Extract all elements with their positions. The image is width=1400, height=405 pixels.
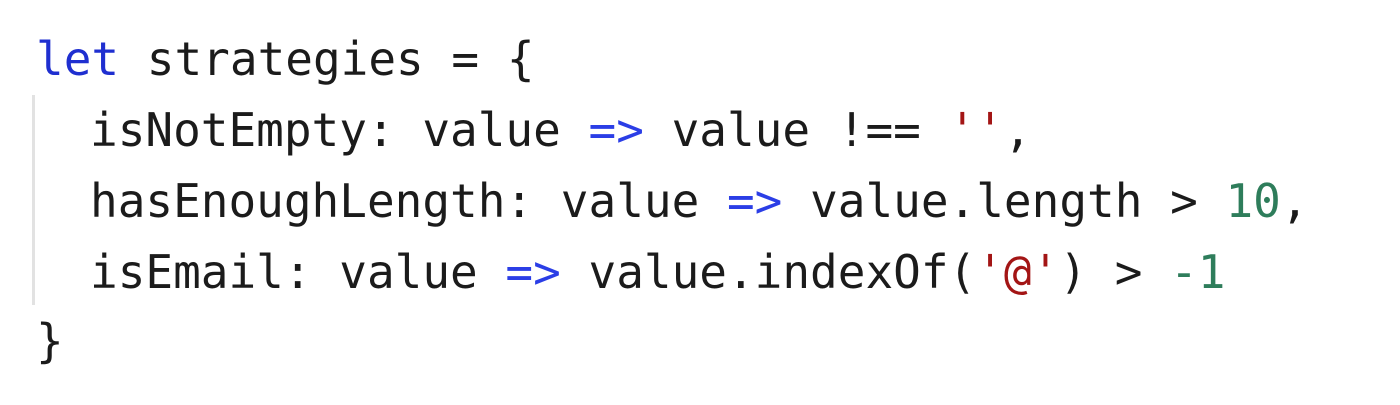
code-text: , (1003, 103, 1032, 157)
code-line-3: hasEnoughLength: value => value.length >… (90, 166, 1309, 236)
arrow-operator: => (588, 103, 644, 157)
code-text: hasEnoughLength: value (90, 174, 727, 228)
closing-brace: } (36, 314, 64, 368)
code-line-2: isNotEmpty: value => value !== '', (90, 95, 1032, 165)
string-literal: '' (948, 103, 1004, 157)
code-line-5: } (36, 306, 64, 376)
keyword-let: let (36, 32, 120, 86)
code-text: , (1280, 174, 1309, 228)
arrow-operator: => (726, 174, 783, 228)
arrow-operator: => (505, 245, 561, 299)
code-text: isEmail: value (90, 245, 506, 299)
code-text: strategies = { (119, 32, 535, 86)
code-text: value.length > (782, 174, 1226, 228)
string-literal: '@' (976, 245, 1060, 299)
indent-guide (32, 95, 35, 305)
code-text: value !== (643, 103, 949, 157)
code-line-4: isEmail: value => value.indexOf('@') > -… (90, 237, 1226, 307)
code-snippet: let strategies = { isNotEmpty: value => … (0, 0, 1400, 405)
code-line-1: let strategies = { (36, 24, 535, 94)
number-literal: -1 (1170, 245, 1226, 299)
number-literal: 10 (1225, 174, 1281, 228)
code-text: isNotEmpty: value (90, 103, 589, 157)
code-text: value.indexOf( (560, 245, 977, 299)
code-text: ) > (1059, 245, 1171, 299)
